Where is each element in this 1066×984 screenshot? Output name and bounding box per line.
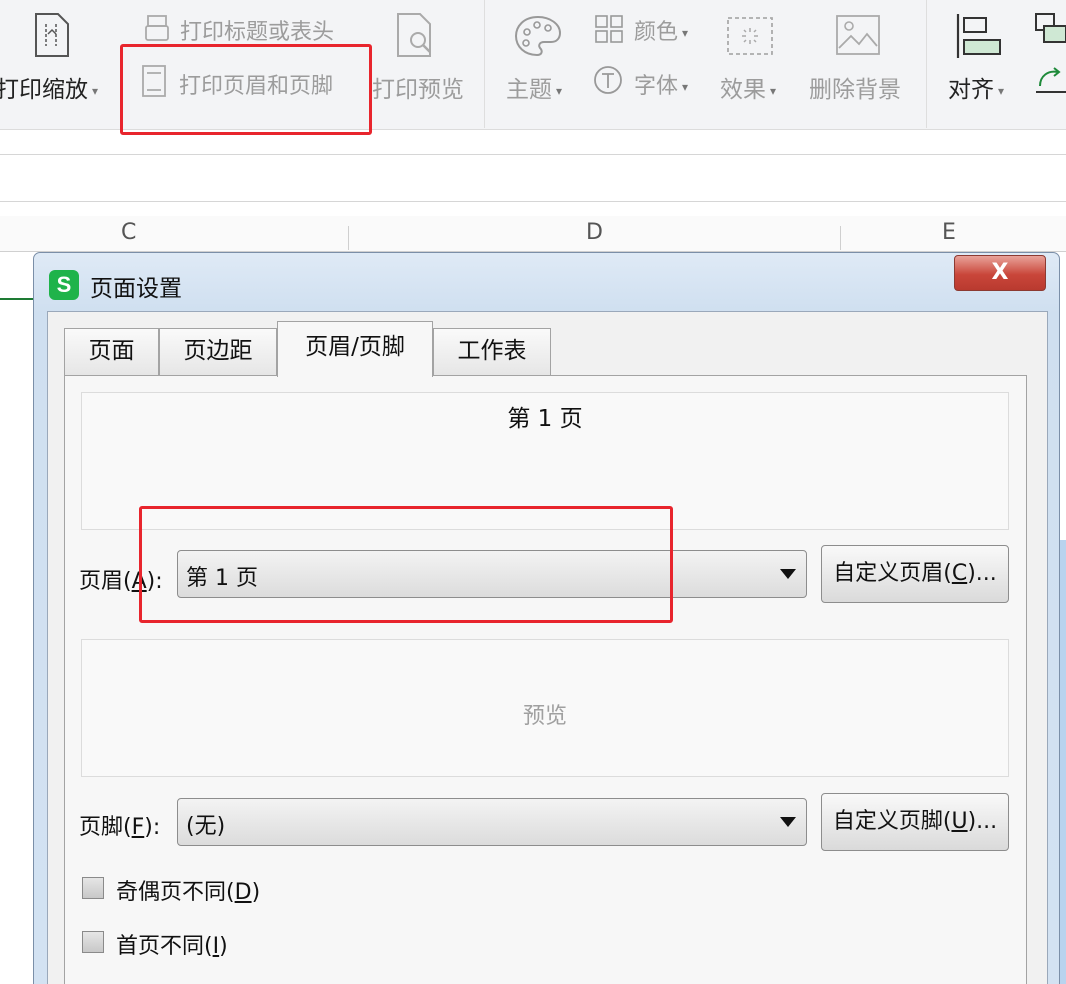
footer-preview: 预览 <box>81 639 1009 777</box>
colors-button[interactable]: 颜色 ▾ <box>590 10 710 50</box>
formula-bar[interactable] <box>0 154 1066 202</box>
theme-button[interactable]: 主题 ▾ <box>500 0 580 128</box>
custom-footer-button[interactable]: 自定义页脚(U)... <box>821 793 1009 851</box>
dialog-body: 页面 页边距 页眉/页脚 工作表 第 1 页 页眉(A): 第 1 页 自定义页… <box>47 311 1048 984</box>
chevron-down-icon: ▾ <box>682 26 689 40</box>
footer-select-value: (无) <box>186 814 226 839</box>
chevron-down-icon: ▾ <box>556 83 563 98</box>
color-grid-icon <box>595 15 623 43</box>
print-scale-icon <box>35 13 69 57</box>
chevron-down-icon: ▾ <box>682 80 689 94</box>
group-icon <box>1035 13 1066 43</box>
close-button[interactable]: X <box>954 255 1046 291</box>
rotate-button[interactable] <box>1034 64 1066 104</box>
footer-access-key: F <box>131 815 145 840</box>
remove-background-label: 删除背景 <box>809 77 901 103</box>
fonts-button[interactable]: 字体 ▾ <box>590 62 710 102</box>
print-preview-button[interactable]: 打印预览 <box>370 0 470 128</box>
odd-even-checkbox[interactable] <box>82 877 104 899</box>
ribbon-divider <box>484 0 485 128</box>
ribbon-toolbar: 打印缩放 ▾ 打印标题或表头 打印页眉和页脚 打印预览 主题 ▾ 颜色 ▾ 字体… <box>0 0 1066 135</box>
dialog-title: 页面设置 <box>90 276 182 302</box>
tab-page[interactable]: 页面 <box>64 328 159 375</box>
dropdown-arrow-icon <box>780 817 796 827</box>
column-divider[interactable] <box>840 226 841 250</box>
print-scale-label: 打印缩放 <box>0 77 88 103</box>
remove-background-button[interactable]: 删除背景 <box>805 0 913 128</box>
column-header-c[interactable]: C <box>121 220 136 245</box>
first-page-label-text: 首页不同 <box>116 934 205 959</box>
odd-even-label-text: 奇偶页不同 <box>116 880 227 905</box>
rotate-icon <box>1036 67 1066 93</box>
tab-worksheet[interactable]: 工作表 <box>433 328 551 375</box>
group-button[interactable] <box>1030 10 1066 54</box>
theme-label: 主题 <box>506 77 552 103</box>
custom-header-access-key: C <box>951 561 968 586</box>
chevron-down-icon: ▾ <box>998 83 1005 98</box>
effects-button[interactable]: 效果 ▾ <box>714 0 794 128</box>
odd-even-label[interactable]: 奇偶页不同(D) <box>116 874 260 906</box>
header-footer-panel: 第 1 页 页眉(A): 第 1 页 自定义页眉(C)... 预览 页脚(F):… <box>64 375 1027 984</box>
column-divider[interactable] <box>348 226 349 250</box>
header-preview-text: 第 1 页 <box>507 406 583 432</box>
tab-margins[interactable]: 页边距 <box>159 328 277 375</box>
header-label-text: 页眉 <box>79 569 124 594</box>
chevron-down-icon: ▾ <box>92 83 99 98</box>
custom-footer-access-key: U <box>951 809 968 834</box>
footer-select[interactable]: (无) <box>177 798 807 846</box>
app-logo-icon: S <box>49 270 79 300</box>
first-page-label[interactable]: 首页不同(I) <box>116 928 228 960</box>
custom-header-button[interactable]: 自定义页眉(C)... <box>821 545 1009 603</box>
print-preview-label: 打印预览 <box>372 77 464 103</box>
ribbon-divider <box>926 0 927 128</box>
footer-preview-text: 预览 <box>522 704 567 729</box>
selected-row-indicator <box>0 298 36 300</box>
print-titles-icon <box>145 15 169 41</box>
effects-label: 效果 <box>720 77 766 103</box>
first-page-access-key: I <box>212 934 220 959</box>
preview-magnifier-icon <box>397 13 431 57</box>
align-label: 对齐 <box>948 77 994 103</box>
print-scale-button[interactable]: 打印缩放 ▾ <box>0 0 115 128</box>
custom-header-label: 自定义页眉 <box>833 561 944 586</box>
chevron-down-icon: ▾ <box>770 83 777 98</box>
header-highlight-box <box>139 506 673 623</box>
column-header-d[interactable]: D <box>586 220 603 245</box>
palette-icon <box>514 15 562 57</box>
fonts-label: 字体 <box>634 74 679 99</box>
odd-even-access-key: D <box>234 880 252 905</box>
footer-label: 页脚(F): <box>79 815 161 840</box>
first-page-checkbox[interactable] <box>82 931 104 953</box>
print-titles-label: 打印标题或表头 <box>180 20 335 45</box>
effects-icon <box>727 17 773 55</box>
font-t-icon <box>594 66 622 94</box>
dropdown-arrow-icon <box>780 569 796 579</box>
column-header-row: C D E <box>0 216 1066 252</box>
column-header-e[interactable]: E <box>942 220 956 245</box>
custom-footer-label: 自定义页脚 <box>832 809 943 834</box>
footer-label-text: 页脚 <box>79 815 124 840</box>
align-button[interactable]: 对齐 ▾ <box>940 0 1020 128</box>
image-icon <box>836 15 880 55</box>
colors-label: 颜色 <box>634 20 679 45</box>
highlight-box <box>120 44 372 135</box>
align-icon <box>956 14 1001 58</box>
tab-header-footer[interactable]: 页眉/页脚 <box>277 321 433 377</box>
